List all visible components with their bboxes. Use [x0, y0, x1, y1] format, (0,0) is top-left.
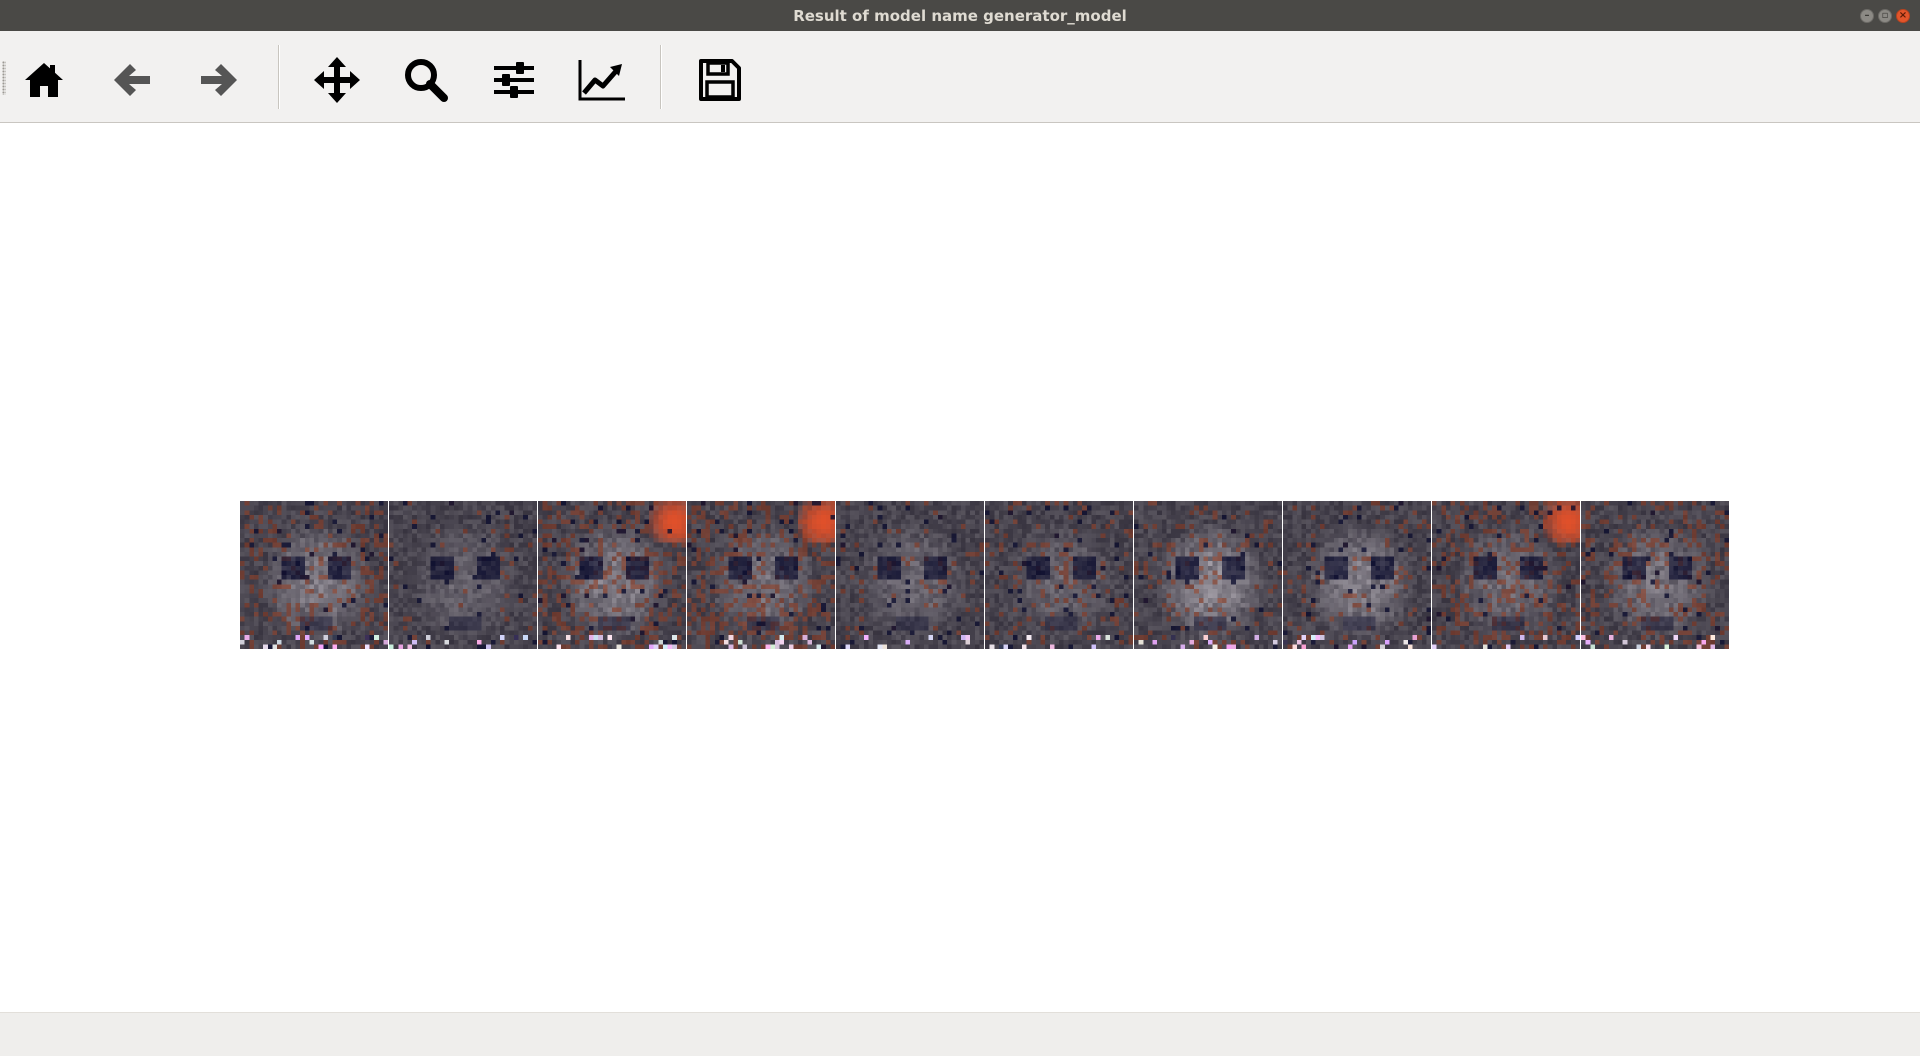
- subplots-sliders-icon: [494, 62, 534, 98]
- generated-image-tile: [985, 501, 1133, 649]
- window-title: Result of model name generator_model: [793, 7, 1127, 25]
- close-button[interactable]: ×: [1896, 9, 1910, 23]
- generated-image-tile: [687, 501, 835, 649]
- toolbar-grip-handle[interactable]: [2, 61, 6, 95]
- generated-image-tile: [1283, 501, 1431, 649]
- back-arrow-icon: [114, 64, 150, 96]
- axes-line-chart-icon: [578, 60, 625, 101]
- subplots-button[interactable]: [484, 52, 544, 108]
- minimize-button[interactable]: –: [1860, 9, 1874, 23]
- minimize-icon: –: [1864, 10, 1870, 21]
- generated-image-tile: [1134, 501, 1282, 649]
- close-icon: ×: [1898, 10, 1908, 21]
- generated-images-strip: [240, 501, 1729, 649]
- save-floppy-icon: [699, 59, 741, 101]
- navigation-toolbar: [0, 31, 1920, 123]
- zoom-button[interactable]: [396, 52, 456, 108]
- maximize-icon: ▫: [1881, 10, 1889, 21]
- generated-image-tile: [836, 501, 984, 649]
- pan-move-icon: [314, 57, 360, 103]
- forward-arrow-icon: [201, 64, 237, 96]
- save-button[interactable]: [690, 52, 750, 108]
- forward-button[interactable]: [189, 52, 249, 108]
- home-icon: [25, 63, 63, 97]
- home-button[interactable]: [14, 52, 74, 108]
- pan-button[interactable]: [307, 52, 367, 108]
- generated-image-tile: [1432, 501, 1580, 649]
- toolbar-separator: [660, 45, 661, 109]
- customize-axes-button[interactable]: [572, 52, 632, 108]
- status-bar: [0, 1012, 1920, 1056]
- back-button[interactable]: [102, 52, 162, 108]
- generated-image-tile: [240, 501, 388, 649]
- generated-image-tile: [538, 501, 686, 649]
- matplotlib-window: Result of model name generator_model – ▫…: [0, 0, 1920, 1056]
- toolbar-separator: [278, 45, 279, 109]
- zoom-magnifier-icon: [405, 59, 448, 102]
- generated-image-tile: [1581, 501, 1729, 649]
- figure-canvas[interactable]: [0, 123, 1920, 1012]
- generated-image-tile: [389, 501, 537, 649]
- maximize-button[interactable]: ▫: [1878, 9, 1892, 23]
- title-bar[interactable]: Result of model name generator_model – ▫…: [0, 0, 1920, 31]
